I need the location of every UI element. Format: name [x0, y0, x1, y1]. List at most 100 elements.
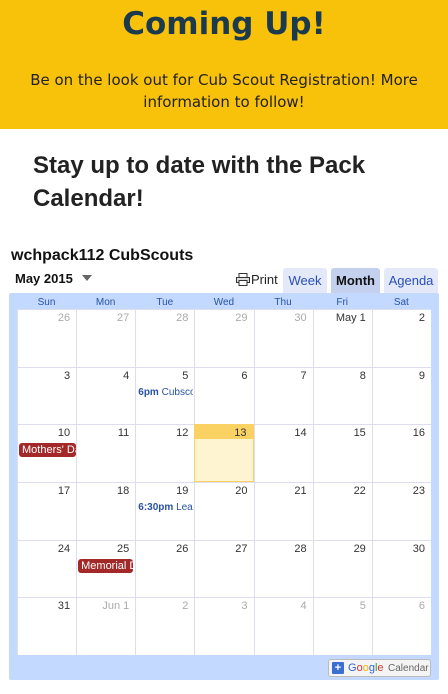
google-letter: G	[348, 662, 357, 674]
day-cell[interactable]: 5	[312, 597, 372, 655]
day-number: 2	[418, 312, 425, 324]
day-number: 3	[241, 600, 248, 613]
day-cell[interactable]: 9	[371, 366, 431, 425]
day-cell[interactable]: 26	[17, 309, 77, 367]
day-number: Jun 1	[102, 600, 130, 613]
weekday-header-sun: Sun	[37, 297, 56, 308]
day-number: 26	[57, 312, 71, 324]
day-cell[interactable]: 12	[135, 424, 195, 482]
day-cell[interactable]: 8	[312, 366, 372, 425]
add-to-google-calendar-button[interactable]: + Google Calendar	[328, 659, 431, 677]
month-selector[interactable]: May 2015	[15, 271, 92, 286]
event-time: 6pm	[138, 386, 162, 398]
google-logo-text: Google	[348, 660, 384, 676]
day-cell[interactable]: 24	[17, 539, 77, 598]
day-number: 28	[294, 542, 307, 555]
day-cell[interactable]: 15	[312, 424, 372, 482]
tab-week[interactable]: Week	[283, 268, 327, 294]
day-cell[interactable]: 6	[194, 366, 254, 425]
day-number: 31	[57, 600, 71, 613]
day-cell[interactable]: 29	[194, 309, 254, 367]
weekday-header-thu: Thu	[274, 297, 292, 308]
day-number: 27	[117, 312, 130, 324]
day-number: 2	[182, 600, 189, 613]
day-number: 30	[294, 312, 307, 324]
weekday-header-tue: Tue	[156, 297, 174, 308]
day-number: 15	[353, 427, 366, 440]
day-number: 20	[235, 485, 248, 497]
day-cell[interactable]: 11	[76, 424, 136, 482]
google-letter: e	[377, 662, 384, 674]
day-cell[interactable]: 14	[253, 424, 313, 482]
weekday-header-wed: Wed	[213, 297, 235, 308]
day-number: 4	[123, 369, 130, 382]
day-cell-today[interactable]: 13	[194, 424, 254, 482]
tab-agenda[interactable]: Agenda	[384, 268, 438, 294]
day-cell[interactable]: 7	[253, 366, 313, 425]
day-cell[interactable]: 2	[135, 597, 195, 655]
day-number: 11	[117, 427, 130, 440]
event-title: Cubscouts	[161, 386, 194, 398]
day-number: 6	[418, 600, 425, 613]
day-number: 27	[235, 542, 248, 555]
day-cell[interactable]: 28	[253, 539, 313, 598]
plus-icon: +	[332, 662, 344, 674]
caret-down-icon	[81, 275, 92, 281]
day-number: 4	[300, 600, 307, 613]
month-grid: 26 27 28 29 30 May 1 2 3 4 5 6 7 8 9 10 11 12 13 14 15 16 17 1…	[17, 309, 431, 655]
day-number: 3	[64, 369, 71, 382]
day-cell[interactable]: 6	[371, 597, 431, 655]
section-heading: Stay up to date with the Pack Calendar!	[33, 152, 366, 212]
weekday-header-sat: Sat	[393, 297, 409, 308]
calendar-event[interactable]: 6pm Cubscouts	[138, 387, 193, 398]
day-cell[interactable]: May 1	[312, 309, 372, 367]
calendar-label: Calendar	[388, 663, 429, 674]
event-title: Leaders	[176, 502, 193, 513]
day-cell[interactable]: 23	[371, 482, 431, 540]
day-cell[interactable]: 22	[312, 482, 372, 540]
day-cell[interactable]: 27	[194, 539, 254, 598]
print-button[interactable]: Print	[236, 272, 278, 287]
day-cell[interactable]: 30	[371, 539, 431, 598]
day-cell[interactable]: 28	[135, 309, 195, 367]
day-cell[interactable]: 2	[371, 309, 431, 367]
day-cell[interactable]: 27	[76, 309, 136, 367]
day-cell[interactable]: 30	[253, 309, 313, 367]
calendar-event[interactable]: 6:30pm Leaders	[138, 502, 193, 513]
weekday-header-fri: Fri	[336, 297, 349, 308]
event-time: 6:30pm	[138, 502, 177, 513]
day-cell[interactable]: 26	[135, 539, 195, 598]
print-label: Print	[251, 272, 278, 287]
day-number: 13	[234, 427, 247, 440]
day-cell[interactable]: 16	[371, 424, 431, 482]
day-cell[interactable]: 21	[253, 482, 313, 540]
coming-up-banner: Coming Up! Be on the look out for Cub Sc…	[0, 0, 448, 129]
day-cell[interactable]: 4	[253, 597, 313, 655]
day-cell[interactable]: 29	[312, 539, 372, 598]
day-cell[interactable]: Jun 1	[76, 597, 136, 655]
banner-text: Be on the look out for Cub Scout Registr…	[30, 71, 418, 111]
tab-month[interactable]: Month	[331, 268, 380, 294]
day-cell[interactable]: 18	[76, 482, 136, 540]
day-cell[interactable]: 3	[194, 597, 254, 655]
day-number: 24	[57, 542, 71, 555]
calendar-title: wchpack112 CubScouts	[11, 247, 194, 264]
printer-icon	[236, 273, 250, 286]
day-cell[interactable]: 17	[17, 482, 77, 540]
day-number: 9	[418, 369, 425, 382]
day-number: May 1	[335, 312, 366, 324]
day-number: 7	[300, 369, 307, 382]
day-cell[interactable]: 20	[194, 482, 254, 540]
day-number: 19	[176, 485, 189, 497]
day-number: 10	[57, 427, 71, 440]
day-cell[interactable]: 4	[76, 366, 136, 425]
day-number: 12	[176, 427, 189, 440]
day-number: 22	[353, 485, 366, 497]
all-day-event-chip[interactable]: Memorial Day	[78, 558, 134, 573]
day-cell[interactable]: 31	[17, 597, 77, 655]
weekday-header-mon: Mon	[95, 297, 116, 308]
day-number: 14	[294, 427, 307, 440]
day-cell[interactable]: 3	[17, 366, 77, 425]
day-number: 21	[294, 485, 307, 497]
all-day-event-chip[interactable]: Mothers' Day	[19, 443, 76, 458]
